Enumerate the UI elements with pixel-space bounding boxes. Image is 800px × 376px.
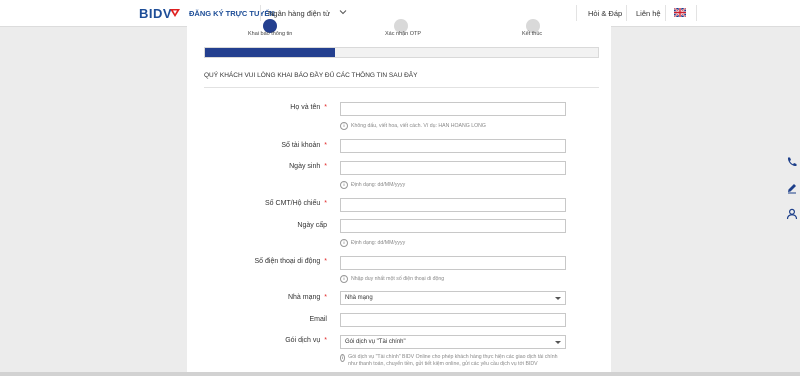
required-mark: * <box>324 337 327 344</box>
faq-link[interactable]: Hỏi & Đáp <box>588 9 622 18</box>
info-icon: i <box>340 122 348 130</box>
issue-date-input[interactable] <box>340 219 566 233</box>
registration-form-panel: Khai báo thông tin Xác nhận OTP Kết thúc… <box>187 19 611 376</box>
info-icon: i <box>340 275 348 283</box>
header-divider <box>260 5 261 21</box>
edit-icon[interactable] <box>786 182 798 194</box>
required-mark: * <box>324 200 327 207</box>
issue-date-hint: i Định dạng: dd/MM/yyyy <box>340 239 405 247</box>
bidv-logo-mark-icon <box>170 9 180 17</box>
required-mark: * <box>324 104 327 111</box>
account-number-label: Số tài khoản * <box>281 142 327 149</box>
header-divider <box>576 5 577 21</box>
id-number-input[interactable] <box>340 198 566 212</box>
step-label: Kết thúc <box>522 31 543 37</box>
header-divider <box>626 5 627 21</box>
email-input[interactable] <box>340 313 566 327</box>
carrier-label: Nhà mạng * <box>287 294 327 301</box>
header-divider <box>696 5 697 21</box>
required-mark: * <box>324 258 327 265</box>
birth-date-label: Ngày sinh * <box>289 163 327 170</box>
chevron-down-icon[interactable] <box>339 8 347 16</box>
service-package-hint: i Gói dịch vụ "Tài chính" BIDV Online cho… <box>340 354 558 367</box>
birth-date-input[interactable] <box>340 161 566 175</box>
caret-down-icon <box>555 340 561 344</box>
service-package-selected-value: Gói dịch vụ "Tài chính" <box>345 339 406 345</box>
phone-icon[interactable] <box>786 156 798 168</box>
section-divider <box>204 87 599 88</box>
phone-input[interactable] <box>340 256 566 270</box>
section-title: QUÝ KHÁCH VUI LÒNG KHAI BÁO ĐẦY ĐỦ CÁC T… <box>204 72 418 79</box>
info-icon: i <box>340 354 346 362</box>
full-name-label: Họ và tên * <box>290 104 327 111</box>
progress-bar-fill <box>205 48 335 57</box>
progress-bar <box>204 47 599 58</box>
phone-label: Số điện thoại di động * <box>254 258 327 265</box>
birth-date-hint: i Định dạng: dd/MM/yyyy <box>340 181 405 189</box>
user-icon[interactable] <box>786 208 798 220</box>
id-number-label: Số CMT/Hộ chiếu * <box>265 200 327 207</box>
service-package-select[interactable]: Gói dịch vụ "Tài chính" <box>340 335 566 349</box>
info-icon: i <box>340 181 348 189</box>
required-mark: * <box>324 142 327 149</box>
carrier-select[interactable]: Nhà mạng <box>340 291 566 305</box>
required-mark: * <box>324 294 327 301</box>
register-online-title[interactable]: ĐĂNG KÝ TRỰC TUYẾN <box>189 9 275 18</box>
carrier-selected-value: Nhà mạng <box>345 295 373 301</box>
step-label: Xác nhận OTP <box>385 31 422 37</box>
info-icon: i <box>340 239 348 247</box>
bidv-logo[interactable]: BIDV <box>139 6 172 21</box>
email-label: Email <box>309 316 327 323</box>
caret-down-icon <box>555 296 561 300</box>
ebanking-dropdown[interactable]: Ngân hàng điện tử <box>268 9 330 18</box>
bottom-taskbar-strip <box>0 372 800 376</box>
full-name-hint: i Không dấu, viết hoa, viết cách. Ví dụ: … <box>340 122 486 130</box>
step-label: Khai báo thông tin <box>248 31 293 37</box>
contact-link[interactable]: Liên hệ <box>636 9 661 18</box>
full-name-input[interactable] <box>340 102 566 116</box>
service-package-label: Gói dịch vụ * <box>285 337 327 344</box>
phone-hint: i Nhập duy nhất một số điện thoại di động <box>340 275 444 283</box>
uk-flag-icon[interactable] <box>674 8 686 17</box>
account-number-input[interactable] <box>340 139 566 153</box>
header-divider <box>665 5 666 21</box>
required-mark: * <box>324 163 327 170</box>
issue-date-label: Ngày cấp <box>297 222 327 229</box>
